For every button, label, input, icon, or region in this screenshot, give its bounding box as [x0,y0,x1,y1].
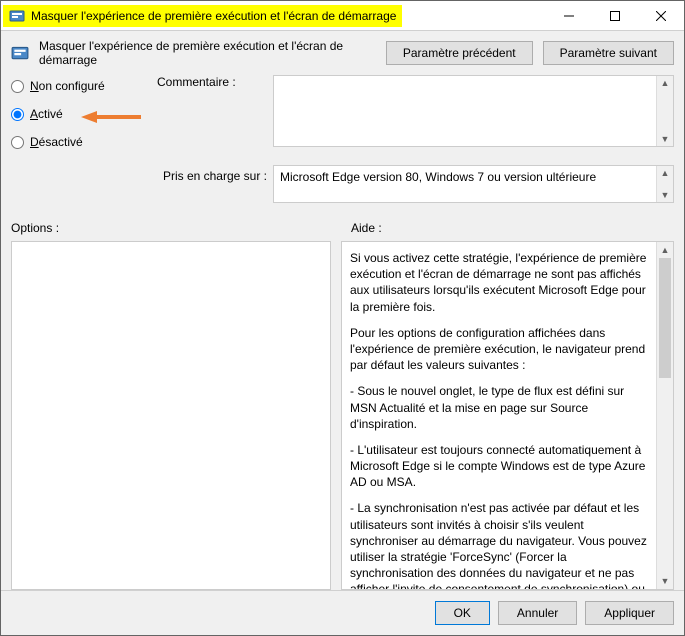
supported-on-text: Microsoft Edge version 80, Windows 7 ou … [280,170,596,184]
supported-on-box: Microsoft Edge version 80, Windows 7 ou … [273,165,674,203]
help-text: - Sous le nouvel onglet, le type de flux… [350,383,651,432]
supported-scrollbar[interactable]: ▲ ▼ [656,166,673,202]
supported-on-label: Pris en charge sur : [157,165,267,183]
body: Non configuré Activé Désactivé [1,75,684,590]
comment-label: Commentaire : [157,75,267,89]
scroll-up-icon[interactable]: ▲ [661,242,670,258]
window-title: Masquer l'expérience de première exécuti… [31,9,396,23]
window-controls [546,1,684,31]
cancel-button[interactable]: Annuler [498,601,577,625]
options-panel [11,241,331,590]
scroll-down-icon[interactable]: ▼ [661,573,670,589]
radio-not-configured-input[interactable] [11,80,24,93]
comment-scrollbar[interactable]: ▲ ▼ [656,76,673,146]
next-setting-button[interactable]: Paramètre suivant [543,41,674,65]
previous-setting-button[interactable]: Paramètre précédent [386,41,533,65]
scroll-up-icon[interactable]: ▲ [661,76,670,90]
policy-title: Masquer l'expérience de première exécuti… [39,39,376,67]
header-row: Masquer l'expérience de première exécuti… [1,31,684,75]
radio-enabled-label: Activé [30,107,63,121]
titlebar-highlight: Masquer l'expérience de première exécuti… [3,5,402,27]
ok-button[interactable]: OK [435,601,490,625]
help-panel: Si vous activez cette stratégie, l'expér… [341,241,674,590]
policy-icon [9,8,25,24]
help-text: Pour les options de configuration affich… [350,325,651,374]
radio-not-configured[interactable]: Non configuré [11,79,151,93]
help-text: Si vous activez cette stratégie, l'expér… [350,250,651,315]
arrow-annotation-icon [81,109,141,128]
radio-disabled-label: Désactivé [30,135,83,149]
help-label: Aide : [351,221,382,235]
dialog-footer: OK Annuler Appliquer [1,590,684,635]
comment-textarea[interactable]: ▲ ▼ [273,75,674,147]
radio-not-configured-label: Non configuré [30,79,105,93]
radio-disabled[interactable]: Désactivé [11,135,151,149]
scroll-down-icon[interactable]: ▼ [661,132,670,146]
apply-button[interactable]: Appliquer [585,601,674,625]
help-text: - La synchronisation n'est pas activée p… [350,500,651,590]
scroll-down-icon[interactable]: ▼ [661,188,670,202]
scroll-up-icon[interactable]: ▲ [661,166,670,180]
close-button[interactable] [638,1,684,31]
help-scrollbar[interactable]: ▲ ▼ [656,242,673,589]
options-label: Options : [11,221,331,235]
scroll-track[interactable] [657,258,673,573]
policy-editor-window: Masquer l'expérience de première exécuti… [0,0,685,636]
radio-enabled[interactable]: Activé [11,107,151,121]
radio-disabled-input[interactable] [11,136,24,149]
help-text: - L'utilisateur est toujours connecté au… [350,442,651,491]
minimize-button[interactable] [546,1,592,31]
maximize-button[interactable] [592,1,638,31]
radio-enabled-input[interactable] [11,108,24,121]
policy-icon [11,44,29,62]
titlebar: Masquer l'expérience de première exécuti… [1,1,684,31]
scroll-thumb[interactable] [659,258,671,378]
